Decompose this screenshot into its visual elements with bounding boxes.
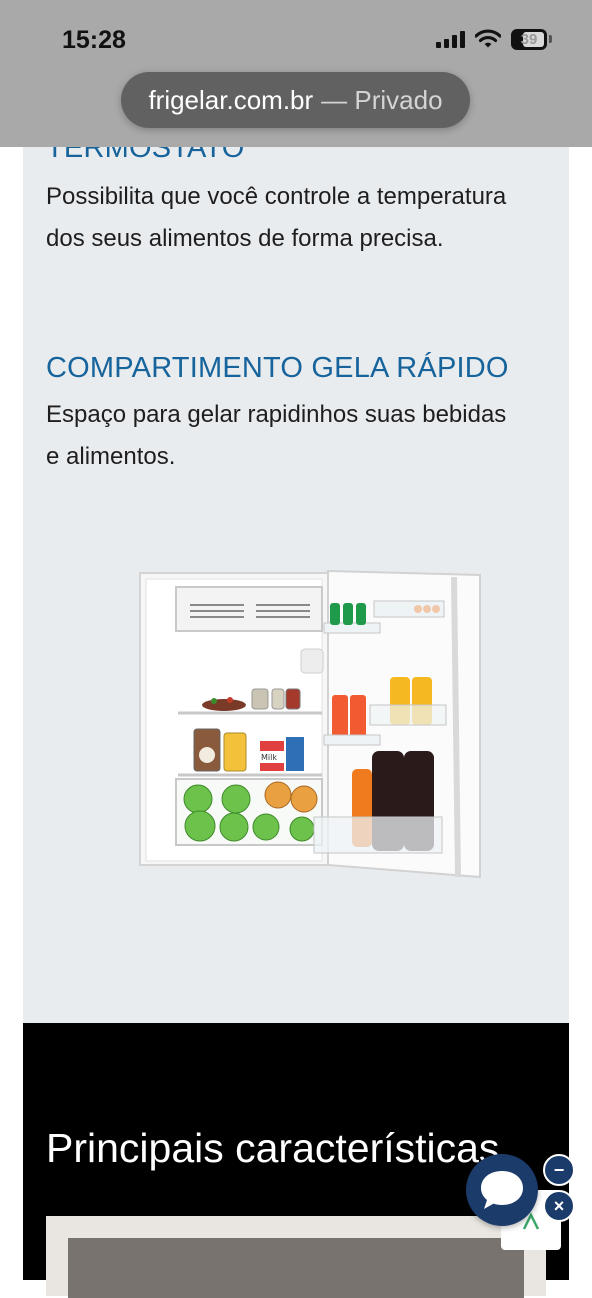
status-icons: 39 [436, 27, 552, 51]
close-chat-button[interactable]: × [543, 1190, 575, 1222]
wifi-icon [475, 29, 501, 48]
browser-top-bar: 15:28 39 frigelar.com.br — Privado [0, 0, 592, 147]
chat-launcher-button[interactable] [466, 1154, 538, 1226]
battery-cap [549, 35, 552, 43]
private-mode-label: — Privado [321, 84, 443, 115]
url-domain: frigelar.com.br [148, 84, 314, 115]
product-features-card: TERMOSTATO Possibilita que você controle… [23, 0, 569, 1023]
main-features-section: Principais características [23, 1023, 569, 1298]
chat-bubble-icon [481, 1171, 523, 1209]
main-features-title: Principais características [46, 1125, 500, 1171]
battery-level: 39 [520, 30, 538, 48]
refrigerator-product-image: Milk [139, 569, 481, 879]
address-bar[interactable]: frigelar.com.br — Privado [121, 72, 470, 128]
battery-icon: 39 [511, 28, 547, 50]
feature-description-thermostat: Possibilita que você controle a temperat… [46, 183, 507, 252]
status-time: 15:28 [62, 26, 126, 54]
minimize-chat-button[interactable]: − [543, 1154, 575, 1186]
feature-title-quick-chill: COMPARTIMENTO GELA RÁPIDO [46, 352, 509, 384]
cellular-signal-icon [436, 30, 465, 48]
main-features-image [46, 1216, 546, 1298]
milk-carton-label: Milk [261, 753, 277, 762]
feature-description-quick-chill: Espaço para gelar rapidinhos suas bebida… [46, 401, 507, 470]
